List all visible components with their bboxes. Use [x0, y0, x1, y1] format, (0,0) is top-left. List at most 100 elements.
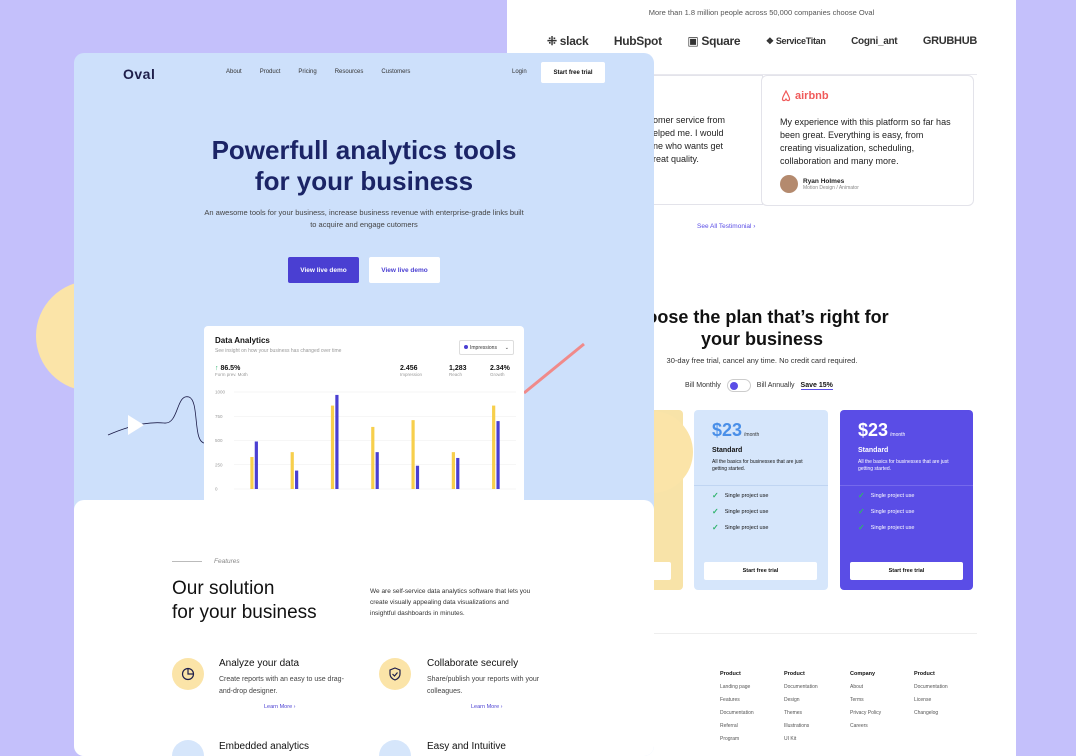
main-nav: About Product Pricing Resources Customer…	[226, 69, 410, 75]
footer-heading: Product	[784, 671, 805, 677]
footer-link[interactable]: Privacy Policy	[850, 707, 881, 720]
dashboard-title: Data Analytics	[215, 336, 270, 345]
nav-link-customers[interactable]: Customers	[381, 69, 410, 75]
growth-stat: ↑ 86.5% Form prev. Moth	[215, 365, 248, 377]
footer-link[interactable]: Referral	[720, 720, 754, 733]
footer-link[interactable]: Documentation	[720, 707, 754, 720]
footer-link[interactable]: Features	[720, 694, 754, 707]
login-link[interactable]: Login	[512, 69, 527, 75]
testimonial-card-left: omer service from elped me. I would ne w…	[653, 75, 763, 205]
footer-link[interactable]: Documentation	[914, 681, 948, 694]
check-icon: ✓	[858, 491, 865, 500]
plan-card-standard-light: $23/month Standard All the basics for bu…	[694, 410, 828, 590]
footer-col: Product Landing page Features Documentat…	[720, 668, 754, 746]
footer-link[interactable]: Landing page	[720, 681, 754, 694]
nav-link-pricing[interactable]: Pricing	[298, 69, 316, 75]
plan-name: Standard	[858, 447, 889, 454]
footer-heading: Company	[850, 671, 876, 677]
feature-collaborate	[379, 658, 411, 690]
airbnb-icon	[781, 90, 791, 102]
nav-link-product[interactable]: Product	[260, 69, 281, 75]
stat-growth: 2.34% Growth	[490, 365, 510, 377]
author-role: Motion Design / Animator	[803, 184, 859, 191]
chart-bar	[492, 405, 496, 489]
feature-embedded	[172, 740, 204, 756]
nav-link-about[interactable]: About	[226, 69, 242, 75]
chart-bar	[250, 456, 254, 489]
plan-desc: All the basics for businesses that are j…	[858, 459, 949, 472]
feature-easy	[379, 740, 411, 756]
chart-bar	[496, 421, 500, 489]
plan-feature: ✓ Single project use	[858, 507, 915, 516]
footer-link[interactable]: Design	[784, 694, 818, 707]
y-tick-label: 250	[215, 462, 223, 467]
feature-title: Collaborate securely	[427, 658, 519, 669]
oval-logo[interactable]: Oval	[123, 66, 155, 82]
start-free-trial-nav-button[interactable]: Start free trial	[541, 62, 605, 83]
avatar	[780, 175, 798, 193]
start-free-trial-button[interactable]: Start free trial	[704, 562, 817, 580]
pricing-title: hoose the plan that’s right for your bus…	[635, 307, 889, 349]
play-icon	[128, 415, 144, 435]
testimonial-card-airbnb: airbnb My experience with this platform …	[761, 75, 974, 206]
footer-link[interactable]: Themes	[784, 707, 818, 720]
chart-icon	[172, 740, 204, 756]
billing-toggle-row: Bill Monthly Bill Annually Save 15%	[685, 379, 833, 392]
nav-link-resources[interactable]: Resources	[335, 69, 364, 75]
solution-title: Our solution for your business	[172, 578, 317, 623]
start-free-trial-button[interactable]: Start free trial	[850, 562, 963, 580]
learn-more-link[interactable]: Learn More ›	[471, 704, 503, 710]
chart-bar	[295, 470, 299, 489]
see-all-testimonial-link[interactable]: See All Testimonial ›	[697, 223, 755, 230]
footer-link[interactable]: About	[850, 681, 881, 694]
chart-bar	[254, 441, 258, 489]
chevron-down-icon: ⌄	[504, 344, 509, 351]
footer-link[interactable]: Changelog	[914, 707, 948, 720]
plan-feature: ✓ Single project use	[858, 523, 915, 532]
feature-desc: Share/publish your reports with your col…	[427, 676, 540, 695]
chart-bar	[415, 465, 420, 489]
impressions-select[interactable]: Impressions ⌄	[459, 340, 514, 355]
footer-link[interactable]: Terms	[850, 694, 881, 707]
trust-text: More than 1.8 million people across 50,0…	[648, 8, 875, 17]
check-icon: ✓	[712, 491, 719, 500]
shield-check-icon	[379, 658, 411, 690]
features-tag: Features	[172, 558, 240, 565]
features-section: Features Our solution for your business …	[74, 500, 654, 756]
arrow-up-icon: ↑	[215, 365, 219, 372]
view-live-demo-secondary-button[interactable]: View live demo	[369, 257, 440, 283]
check-icon: ✓	[712, 523, 719, 532]
y-tick-label: 0	[215, 487, 218, 492]
view-live-demo-primary-button[interactable]: View live demo	[288, 257, 359, 283]
decor-pink-line	[523, 342, 585, 395]
bill-annually-label: Bill Annually	[756, 382, 795, 389]
chart-bar	[375, 452, 379, 489]
billing-toggle[interactable]	[726, 379, 751, 392]
plan-feature: ✓ Single project use	[712, 523, 769, 532]
footer-link[interactable]: Documentation	[784, 681, 818, 694]
plan-desc: All the basics for businesses that are j…	[712, 459, 803, 472]
check-icon: ✓	[712, 507, 719, 516]
plan-feature: ✓ Single project use	[712, 491, 769, 500]
bar-chart: 1000 750 500 250 0	[215, 390, 516, 492]
pie-chart-icon	[172, 658, 204, 690]
footer-link[interactable]: License	[914, 694, 948, 707]
feature-desc: Create reports with an easy to use drag-…	[219, 676, 344, 695]
footer-link[interactable]: Program	[720, 733, 754, 746]
chart-bar	[335, 394, 339, 489]
hero-title: Powerfull analytics tools for your busin…	[211, 135, 517, 196]
learn-more-link[interactable]: Learn More ›	[264, 704, 296, 710]
chart-bar	[371, 426, 375, 489]
footer-link[interactable]: Illustrations	[784, 720, 818, 733]
footer-link[interactable]: UI Kit	[784, 733, 818, 746]
testimonial-quote: My experience with this platform so far …	[780, 117, 951, 166]
logo-grubhub: GRUBHUB	[922, 35, 977, 47]
plan-feature: ✓ Single project use	[858, 491, 915, 500]
testimonial-quote-left: omer service from elped me. I would ne w…	[653, 115, 726, 164]
stat-reach: 1,283 Reach	[449, 365, 467, 377]
feature-title: Easy and Intuitive	[427, 741, 506, 752]
logo-square: ▣ Square	[687, 34, 741, 48]
plan-price: $23/month	[858, 420, 906, 440]
chart-bar	[290, 452, 294, 489]
footer-link[interactable]: Careers	[850, 720, 881, 733]
